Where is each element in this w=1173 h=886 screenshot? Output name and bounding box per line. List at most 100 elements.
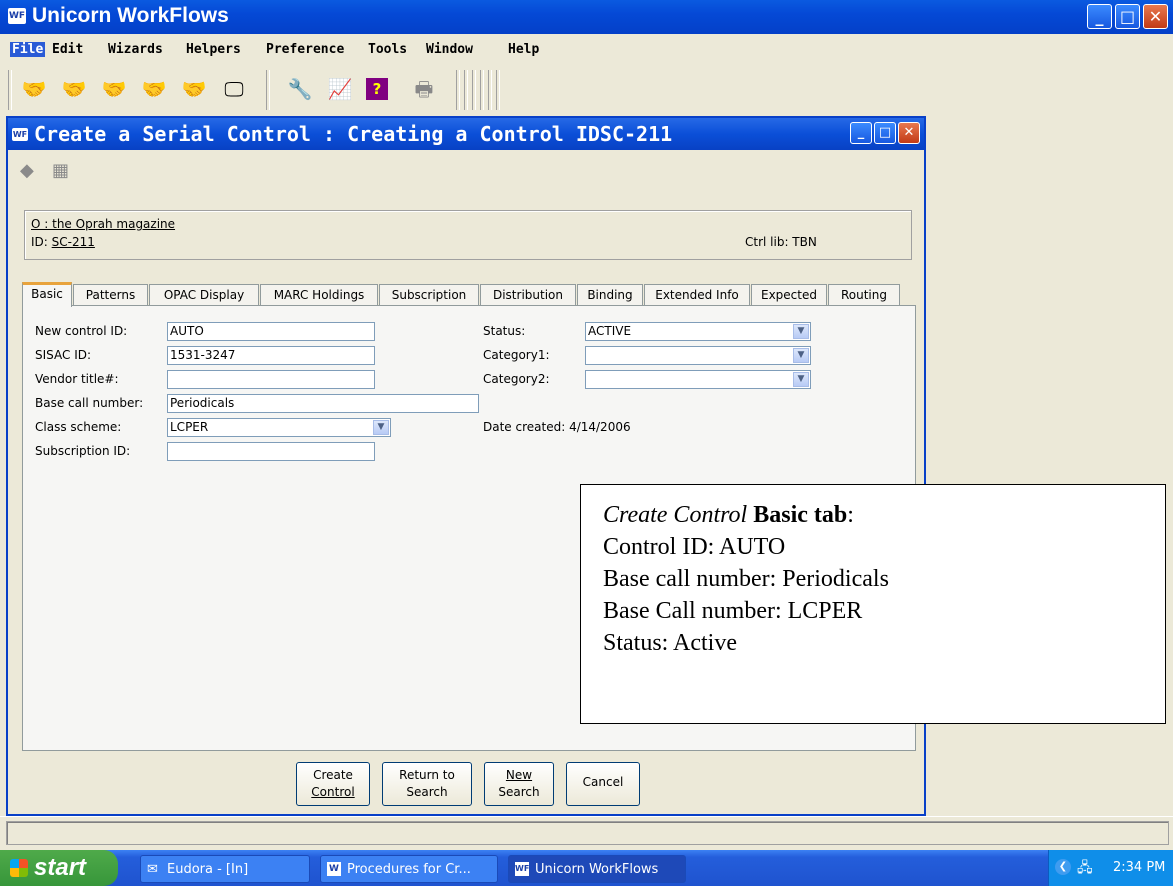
create-control-label-1: Create — [313, 768, 353, 782]
toolbar-separator-5 — [480, 70, 484, 110]
new-search-label-2: Search — [498, 785, 540, 799]
close-button[interactable]: ✕ — [1143, 4, 1168, 29]
subscription-id-input[interactable] — [167, 442, 375, 461]
user-modify-icon[interactable]: 🤝 — [100, 76, 128, 102]
chevron-down-icon[interactable]: ▼ — [793, 324, 809, 339]
dialog-minimize-button[interactable]: _ — [850, 122, 872, 144]
record-info-box: O : the Oprah magazine ID: SC-211 Ctrl l… — [24, 210, 912, 260]
tray-arrow-icon[interactable]: ❮ — [1055, 859, 1071, 875]
start-button[interactable]: start — [0, 850, 118, 886]
chevron-down-icon[interactable]: ▼ — [793, 372, 809, 387]
menu-window[interactable]: Window — [426, 42, 473, 57]
print-icon[interactable]: 🖶 — [410, 76, 438, 102]
tab-distribution[interactable]: Distribution — [480, 284, 576, 305]
app-title: Unicorn WorkFlows — [32, 4, 229, 27]
task-word-document[interactable]: W Procedures for Cr... — [320, 855, 498, 883]
tab-opac-display[interactable]: OPAC Display — [149, 284, 259, 305]
status-select[interactable]: ACTIVE ▼ — [585, 322, 811, 341]
sisac-id-input[interactable]: 1531-3247 — [167, 346, 375, 365]
base-call-number-label: Base call number: — [35, 396, 144, 410]
create-control-button[interactable]: Create Control — [296, 762, 370, 806]
menu-file[interactable]: File — [10, 42, 46, 57]
return-label-1: Return to — [399, 768, 455, 782]
chevron-down-icon[interactable]: ▼ — [793, 348, 809, 363]
category1-label: Category1: — [483, 348, 550, 362]
note-line: Base Call number: LCPER — [603, 598, 863, 624]
note-heading-italic: Create Control — [603, 502, 748, 528]
app-title-bar: WF Unicorn WorkFlows _ □ ✕ — [0, 0, 1173, 34]
user-delete-icon[interactable]: 🤝 — [180, 76, 208, 102]
eudora-icon: ✉ — [147, 862, 158, 877]
menu-edit[interactable]: Edit — [52, 42, 83, 57]
menu-bar: File Edit Wizards Helpers Preference Too… — [0, 34, 1173, 64]
toolbar: 🤝 🤝 🤝 🤝 🤝 🖵 🔧 📈 ? 🖶 — [0, 64, 1173, 116]
task-unicorn-workflows[interactable]: WF Unicorn WorkFlows — [508, 855, 686, 883]
user-add-icon[interactable]: 🤝 — [60, 76, 88, 102]
base-call-number-input[interactable]: Periodicals — [167, 394, 479, 413]
user-edit-icon[interactable]: 🤝 — [140, 76, 168, 102]
menu-helpers[interactable]: Helpers — [186, 42, 241, 57]
status-bar — [0, 816, 1173, 849]
class-scheme-value: LCPER — [170, 420, 209, 434]
note-line: Control ID: AUTO — [603, 534, 786, 560]
maximize-button[interactable]: □ — [1115, 4, 1140, 29]
status-value: ACTIVE — [588, 324, 632, 338]
toolbar-separator-4 — [472, 70, 476, 110]
menu-help[interactable]: Help — [508, 42, 539, 57]
clock: 2:34 PM — [1113, 860, 1166, 875]
category2-select[interactable]: ▼ — [585, 370, 811, 389]
cancel-button[interactable]: Cancel — [566, 762, 640, 806]
tab-expected[interactable]: Expected — [751, 284, 827, 305]
new-search-button[interactable]: New Search — [484, 762, 554, 806]
tab-routing[interactable]: Routing — [828, 284, 900, 305]
return-to-search-button[interactable]: Return to Search — [382, 762, 472, 806]
menu-preference[interactable]: Preference — [266, 42, 344, 57]
task-unicorn-label: Unicorn WorkFlows — [535, 862, 659, 877]
create-control-label-2: Control — [311, 785, 355, 799]
task-eudora-label: Eudora - [In] — [167, 862, 249, 877]
record-title: O : the Oprah magazine — [31, 217, 176, 231]
sisac-id-label: SISAC ID: — [35, 348, 92, 362]
tab-marc-holdings[interactable]: MARC Holdings — [260, 284, 378, 305]
chevron-down-icon[interactable]: ▼ — [373, 420, 389, 435]
menu-tools[interactable]: Tools — [368, 42, 407, 57]
date-created: Date created: 4/14/2006 — [483, 420, 631, 434]
task-word-label: Procedures for Cr... — [347, 862, 471, 877]
dialog-title-bar: WF Create a Serial Control : Creating a … — [8, 118, 924, 150]
network-icon[interactable]: 🖧 — [1077, 857, 1093, 881]
category1-select[interactable]: ▼ — [585, 346, 811, 365]
class-scheme-select[interactable]: LCPER ▼ — [167, 418, 391, 437]
toolbar-grip — [8, 70, 12, 110]
system-tray: ❮ 🖧 2:34 PM — [1048, 850, 1173, 886]
tab-extended-info[interactable]: Extended Info — [644, 284, 750, 305]
copy-record-icon[interactable]: ▦ — [52, 160, 69, 181]
tab-basic[interactable]: Basic — [22, 282, 72, 307]
menu-wizards[interactable]: Wizards — [108, 42, 163, 57]
taskbar: start ✉ Eudora - [In] W Procedures for C… — [0, 850, 1173, 886]
previous-record-icon[interactable]: ◆ — [20, 160, 34, 181]
vendor-title-input[interactable] — [167, 370, 375, 389]
dialog-close-button[interactable]: ✕ — [898, 122, 920, 144]
help-icon[interactable]: ? — [366, 78, 388, 100]
dialog-title: Create a Serial Control : Creating a Con… — [34, 122, 673, 146]
user-remove-icon[interactable]: 🤝 — [20, 76, 48, 102]
toolbar-separator — [266, 70, 270, 110]
toolbar-separator-3 — [464, 70, 468, 110]
toolbar-separator-6 — [488, 70, 492, 110]
task-eudora[interactable]: ✉ Eudora - [In] — [140, 855, 310, 883]
tab-subscription[interactable]: Subscription — [379, 284, 479, 305]
note-heading: Create Control Basic tab: — [603, 502, 854, 528]
minimize-button[interactable]: _ — [1087, 4, 1112, 29]
status-well — [6, 821, 1169, 845]
report-icon[interactable]: 📈 — [326, 76, 354, 102]
new-control-id-input[interactable]: AUTO — [167, 322, 375, 341]
record-id: ID: SC-211 — [31, 235, 95, 249]
note-line: Base call number: Periodicals — [603, 566, 889, 592]
dialog-maximize-button[interactable]: □ — [874, 122, 896, 144]
tab-binding[interactable]: Binding — [577, 284, 643, 305]
tools-icon[interactable]: 🔧 — [286, 76, 314, 102]
subscription-id-label: Subscription ID: — [35, 444, 131, 458]
record-id-label: ID: — [31, 235, 48, 249]
tab-patterns[interactable]: Patterns — [73, 284, 148, 305]
display-icon[interactable]: 🖵 — [220, 76, 248, 102]
